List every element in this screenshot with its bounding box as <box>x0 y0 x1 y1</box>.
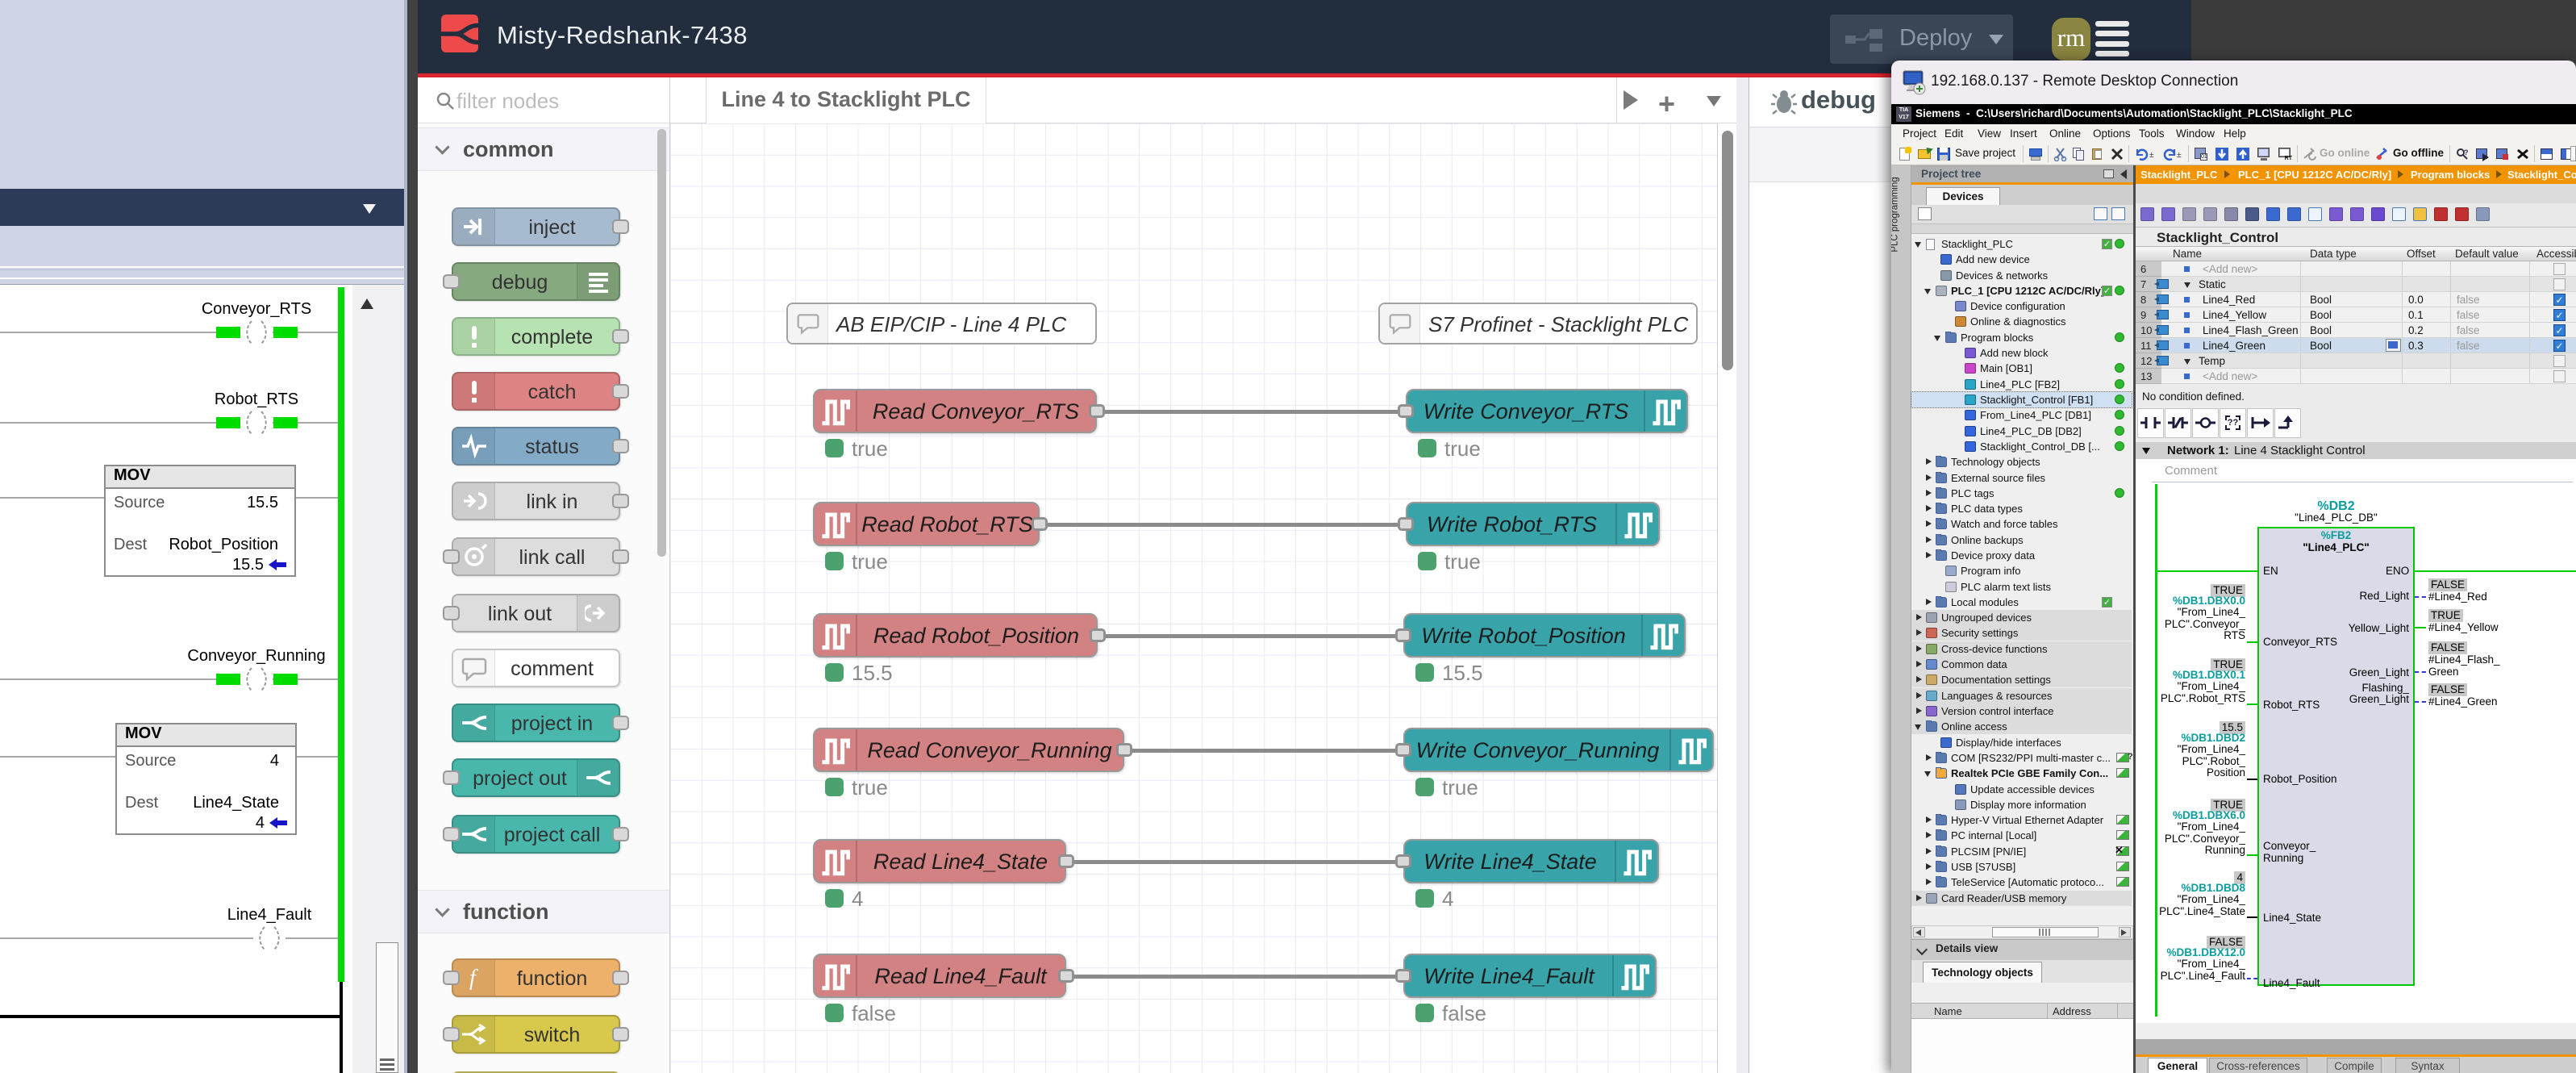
svg-text:?: ? <box>2464 148 2469 157</box>
